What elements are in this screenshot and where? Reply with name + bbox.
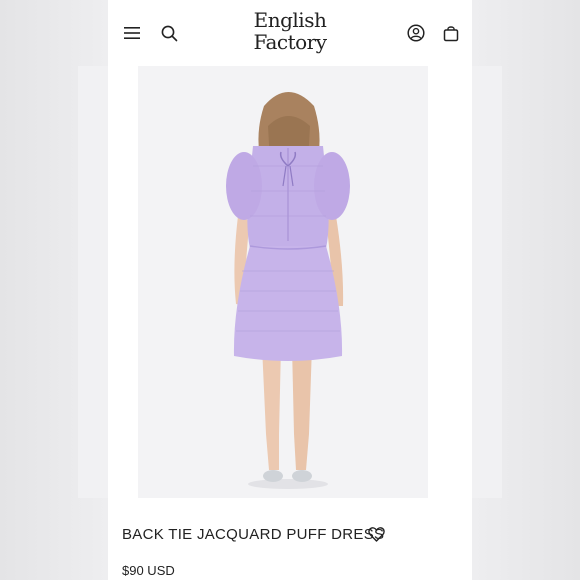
hamburger-menu-icon[interactable]	[121, 22, 143, 44]
store-logo[interactable]: English Factory	[240, 9, 340, 59]
site-header: English Factory	[108, 0, 472, 66]
blurred-background-left	[0, 0, 108, 580]
product-page: English Factory BACK TIE JACQUARD PUFF D…	[108, 0, 472, 580]
product-price: $90 USD	[122, 563, 175, 578]
account-icon[interactable]	[405, 22, 427, 44]
search-icon[interactable]	[158, 22, 180, 44]
product-image[interactable]	[138, 66, 428, 498]
logo-line-2: Factory	[253, 30, 327, 54]
heart-outline-icon[interactable]	[366, 524, 386, 544]
blurred-background-right	[472, 0, 580, 580]
shopping-bag-icon[interactable]	[440, 22, 462, 44]
logo-line-1: English	[253, 8, 327, 32]
product-title: BACK TIE JACQUARD PUFF DRESS	[122, 526, 385, 543]
